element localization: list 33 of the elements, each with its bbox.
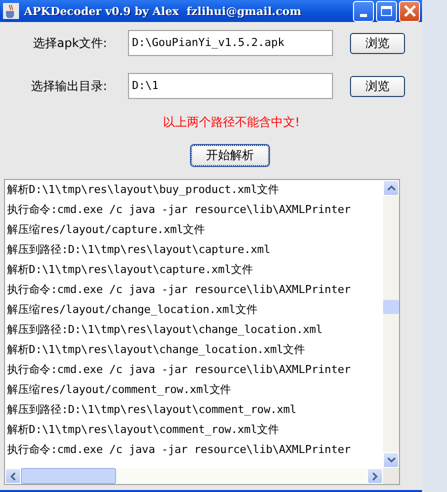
browse-button[interactable]: 浏览 — [350, 32, 405, 54]
browse-button[interactable]: 浏览 — [350, 76, 405, 96]
close-icon — [402, 4, 416, 18]
scrollbar-corner — [383, 468, 399, 484]
maximize-button[interactable] — [376, 0, 397, 22]
log-line: 解析D:\1\tmp\res\layout\change_location.xml文件 — [7, 342, 306, 358]
warning-text: 以上两个路径不能含中文! — [163, 114, 301, 131]
horizontal-scrollbar[interactable] — [5, 468, 383, 484]
log-line: 解压到路径:D:\1\tmp\res\layout\change_location.xml — [7, 322, 324, 338]
scroll-thumb[interactable] — [383, 300, 399, 314]
start-button[interactable]: 开始解析 — [191, 145, 269, 166]
log-line: 解压到路径:D:\1\tmp\res\layout\comment_row.xml — [7, 402, 298, 418]
log-line: 解压到路径:D:\1\tmp\res\layout\capture.xml — [7, 242, 272, 258]
scroll-thumb[interactable] — [21, 468, 116, 484]
window-title: APKDecoder v0.9 by Alex fzlihui@gmail.com — [24, 4, 302, 18]
log-line: 执行命令:cmd.exe /c java -jar resource\lib\AXMLPrinter — [7, 362, 352, 378]
log-line: 解析D:\1\tmp\res\layout\comment_row.xml文件 — [7, 422, 280, 438]
coffee-cup-icon — [3, 3, 19, 19]
log-line: 解压缩res/layout/change_location.xml文件 — [7, 302, 258, 318]
log-line: 解析D:\1\tmp\res\layout\buy_product.xml文件 — [7, 182, 280, 198]
log-line: 执行命令:cmd.exe /c java -jar resource\lib\AXMLPrinter — [7, 282, 352, 298]
path-field[interactable]: D:\1 — [128, 73, 333, 99]
path-field[interactable]: D:\GouPianYi_v1.5.2.apk — [128, 30, 333, 56]
log-line: 执行命令:cmd.exe /c java -jar resource\lib\AXMLPrinter — [7, 442, 352, 458]
log-line: 解析D:\1\tmp\res\layout\capture.xml文件 — [7, 262, 254, 278]
log-line: 解压缩res/layout/comment_row.xml文件 — [7, 382, 232, 398]
log-line: 解压缩res/layout/capture.xml文件 — [7, 222, 206, 238]
field-label: 选择apk文件: — [32, 34, 107, 52]
log-line: 执行命令:cmd.exe /c java -jar resource\lib\AXMLPrinter — [7, 202, 352, 218]
field-label: 选择输出目录: — [30, 78, 107, 94]
vertical-scrollbar[interactable] — [383, 180, 399, 468]
minimize-button[interactable] — [353, 0, 374, 22]
close-button[interactable] — [399, 0, 420, 22]
